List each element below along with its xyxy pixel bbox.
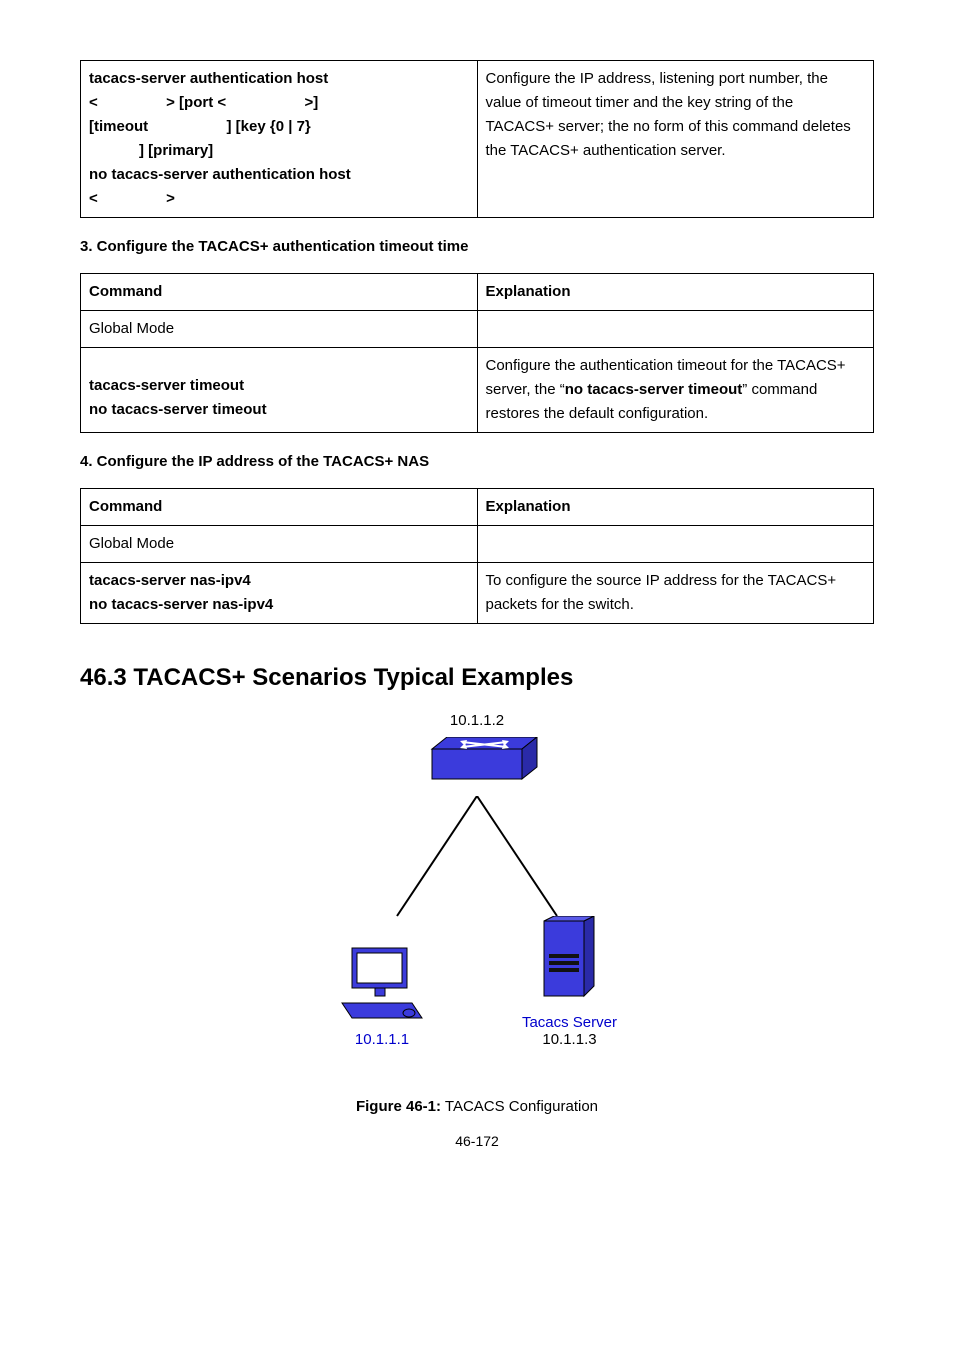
- device-right: Tacacs Server 10.1.1.3: [522, 916, 617, 1048]
- cell-expl: Configure the IP address, listening port…: [477, 61, 874, 218]
- cell-cmd: tacacs-server authentication host < > [p…: [81, 61, 478, 218]
- cmd-l1: tacacs-server authentication host: [89, 70, 328, 87]
- cmd-l6b: >: [166, 190, 175, 207]
- cell-cmd: tacacs-server nas-ipv4 no tacacs-server …: [81, 563, 478, 624]
- cmd-l2c: >]: [304, 94, 318, 111]
- cell-mode: Global Mode: [81, 526, 478, 563]
- expl-b: no tacacs-server timeout: [565, 381, 743, 398]
- diagram: 10.1.1.2: [80, 712, 874, 1048]
- cmd-l3a: [timeout: [89, 118, 148, 135]
- label-left: 10.1.1.1: [337, 1031, 427, 1048]
- cmd-l3b: ] [key {0 | 7}: [227, 118, 311, 135]
- figure-num: Figure 46-1:: [356, 1098, 441, 1115]
- cmd2: no tacacs-server nas-ipv4: [89, 593, 469, 617]
- th-expl: Explanation: [477, 489, 874, 526]
- section-heading: 46.3 TACACS+ Scenarios Typical Examples: [80, 664, 874, 692]
- expl-text: Configure the IP address, listening port…: [486, 70, 851, 159]
- ip-top: 10.1.1.2: [337, 712, 617, 729]
- cmd-l2b: > [port <: [166, 94, 226, 111]
- cmd-l6a: <: [89, 190, 98, 207]
- cell-mode: Global Mode: [81, 311, 478, 348]
- connection-lines: [347, 796, 607, 926]
- device-left: 10.1.1.1: [337, 943, 427, 1048]
- figure-caption: Figure 46-1: TACACS Configuration: [80, 1098, 874, 1115]
- switch-icon: [412, 737, 542, 792]
- table-timeout: Command Explanation Global Mode tacacs-s…: [80, 273, 874, 433]
- cmd-l2a: <: [89, 94, 98, 111]
- cmd-l4: ] [primary]: [139, 142, 213, 159]
- cmd-l5: no tacacs-server authentication host: [89, 166, 351, 183]
- cmd2: no tacacs-server timeout: [89, 398, 469, 422]
- th-cmd: Command: [81, 489, 478, 526]
- server-icon: [534, 916, 604, 1006]
- cell-cmd: tacacs-server timeout no tacacs-server t…: [81, 348, 478, 433]
- page-number: 46-172: [80, 1133, 874, 1149]
- pc-icon: [337, 943, 427, 1023]
- table-nas: Command Explanation Global Mode tacacs-s…: [80, 488, 874, 624]
- cell-mode-empty: [477, 311, 874, 348]
- cell-expl: Configure the authentication timeout for…: [477, 348, 874, 433]
- th-cmd: Command: [81, 274, 478, 311]
- table-auth-host: tacacs-server authentication host < > [p…: [80, 60, 874, 218]
- cmd1: tacacs-server nas-ipv4: [89, 569, 469, 593]
- heading-sec3: 3. Configure the TACACS+ authentication …: [80, 238, 874, 255]
- cell-expl: To configure the source IP address for t…: [477, 563, 874, 624]
- cmd1: tacacs-server timeout: [89, 374, 469, 398]
- cell-mode-empty: [477, 526, 874, 563]
- ip-right: 10.1.1.3: [522, 1031, 617, 1048]
- heading-sec4: 4. Configure the IP address of the TACAC…: [80, 453, 874, 470]
- figure-title: TACACS Configuration: [441, 1098, 598, 1115]
- th-expl: Explanation: [477, 274, 874, 311]
- label-right: Tacacs Server: [522, 1014, 617, 1031]
